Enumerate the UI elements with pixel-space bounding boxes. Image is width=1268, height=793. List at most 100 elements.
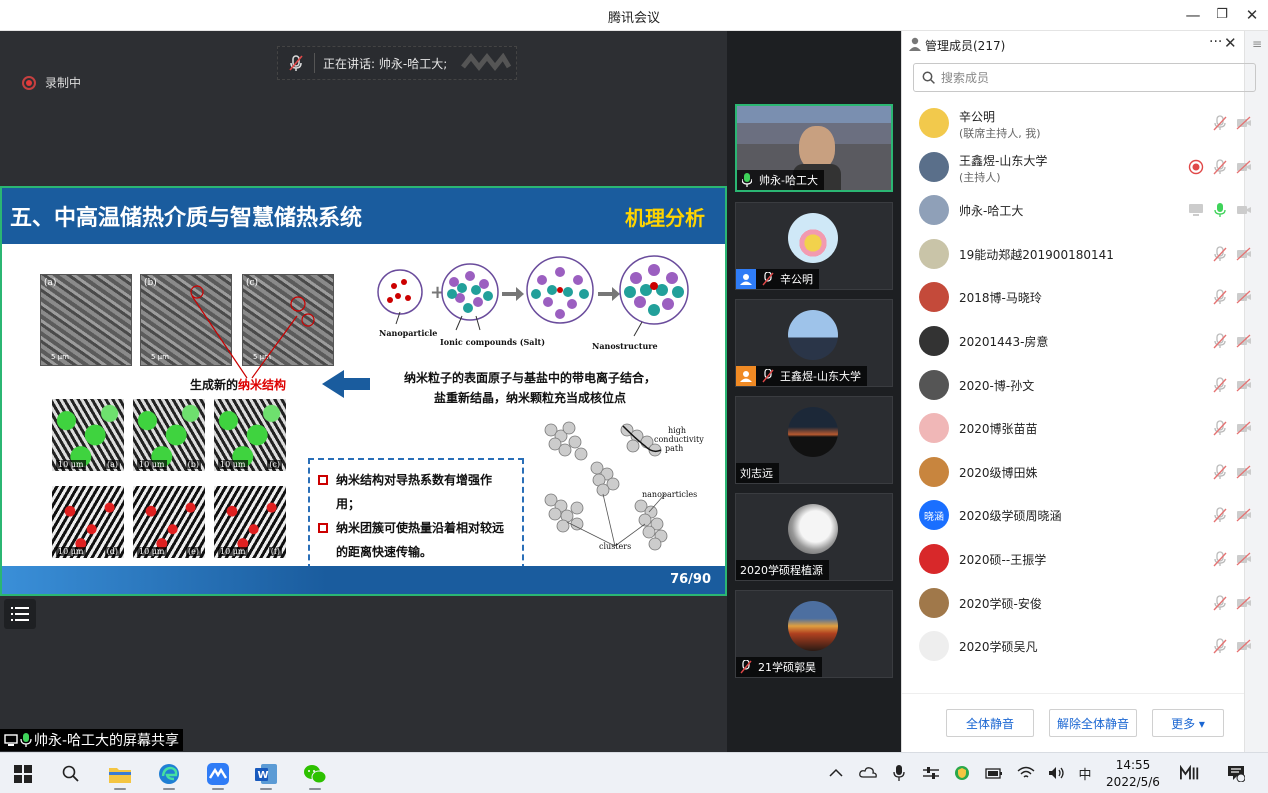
camera-off-icon[interactable]: [1236, 289, 1252, 305]
word-button[interactable]: W: [248, 757, 284, 791]
restore-button[interactable]: ❐: [1210, 4, 1234, 26]
more-options-button[interactable]: ···: [1209, 34, 1222, 50]
mute-all-button[interactable]: 全体静音: [946, 709, 1034, 737]
mic-muted-icon[interactable]: [1212, 246, 1228, 262]
volume-tray-icon[interactable]: [1047, 763, 1067, 783]
fluorescence-image-e: 10 μm (e): [133, 486, 205, 558]
member-name: 2020硕--王振学: [959, 553, 1047, 567]
tile-name: 帅永-哈工大: [759, 174, 818, 187]
video-strip[interactable]: 帅永-哈工大 辛公明 王鑫煜-山东大学 刘志远 2020学硕程植源 21学硕郭昊: [727, 31, 901, 752]
avatar: [919, 631, 949, 662]
mic-muted-icon[interactable]: [1212, 551, 1228, 567]
camera-off-icon[interactable]: [1236, 246, 1252, 262]
start-button[interactable]: [5, 757, 41, 791]
battery-tray-icon[interactable]: [984, 763, 1004, 783]
notification-button[interactable]: [1226, 763, 1246, 783]
mic-muted-icon[interactable]: [1212, 289, 1228, 305]
unmute-all-button[interactable]: 解除全体静音: [1049, 709, 1137, 737]
mic-muted-icon[interactable]: [1212, 376, 1228, 393]
security-tray-icon[interactable]: [952, 763, 972, 783]
member-row[interactable]: 2020硕--王振学: [902, 537, 1251, 581]
member-name: 2018博-马晓玲: [959, 291, 1042, 306]
avatar: [788, 601, 838, 651]
label-ionic-compounds: Ionic compounds (Salt): [440, 337, 545, 347]
menu-icon[interactable]: ≡: [1249, 37, 1265, 51]
mic-muted-icon[interactable]: [1212, 638, 1228, 654]
mic-muted-icon[interactable]: [1212, 594, 1228, 611]
recording-icon[interactable]: [1188, 159, 1204, 175]
mic-muted-icon[interactable]: [1212, 333, 1228, 349]
mic-tray-icon[interactable]: [889, 763, 909, 783]
video-tile[interactable]: 21学硕郭昊: [735, 590, 893, 678]
search-taskbar-button[interactable]: [53, 757, 89, 791]
camera-off-icon[interactable]: [1236, 115, 1252, 131]
minimize-button[interactable]: —: [1181, 4, 1205, 26]
screen-share-icon: [4, 734, 18, 746]
camera-off-icon[interactable]: [1236, 377, 1252, 393]
tencent-meeting-button[interactable]: [200, 757, 236, 791]
search-input[interactable]: [941, 70, 1241, 85]
panel-header: 管理成员(217) ··· ✕: [902, 31, 1268, 59]
member-row[interactable]: 帅永-哈工大: [902, 188, 1251, 232]
camera-off-icon[interactable]: [1236, 638, 1252, 654]
tile-name: 2020学硕程植源: [740, 564, 823, 577]
video-tile[interactable]: 辛公明: [735, 202, 893, 290]
label-path: path: [665, 444, 684, 453]
show-hidden-icons-button[interactable]: [826, 763, 846, 783]
taskbar-app-tray-icon[interactable]: [1180, 763, 1200, 783]
network-tray-icon[interactable]: [1016, 763, 1036, 783]
user-icon: [736, 366, 756, 386]
camera-off-icon[interactable]: [1236, 333, 1252, 349]
toolbar-list-button[interactable]: [4, 599, 36, 629]
input-method-button[interactable]: 中: [1075, 763, 1095, 783]
camera-off-icon[interactable]: [1236, 420, 1252, 436]
camera-off-icon[interactable]: [1236, 159, 1252, 175]
screen-share-icon[interactable]: [1188, 202, 1204, 218]
member-row[interactable]: 晓涵 2020级学硕周晓涵: [902, 493, 1251, 537]
file-explorer-button[interactable]: [102, 757, 138, 791]
video-tile[interactable]: 帅永-哈工大: [735, 104, 893, 192]
mic-active-icon[interactable]: [1212, 202, 1228, 218]
edge-browser-button[interactable]: [151, 757, 187, 791]
avatar: [919, 238, 949, 269]
member-row[interactable]: 20201443-房意: [902, 319, 1251, 363]
label-conductivity: conductivity: [654, 435, 704, 444]
video-tile[interactable]: 刘志远: [735, 396, 893, 484]
close-panel-button[interactable]: ✕: [1224, 34, 1237, 52]
member-row[interactable]: 2018博-马晓玲: [902, 275, 1251, 319]
app-logo-icon: [1180, 765, 1199, 780]
video-tile[interactable]: 2020学硕程植源: [735, 493, 893, 581]
member-row[interactable]: 2020-博-孙文: [902, 363, 1251, 407]
close-button[interactable]: ✕: [1240, 4, 1264, 26]
more-actions-button[interactable]: 更多 ▾: [1152, 709, 1224, 737]
mic-muted-icon[interactable]: [1212, 464, 1228, 480]
member-search[interactable]: [913, 63, 1256, 92]
member-row[interactable]: 19能动郑越201900180141: [902, 232, 1251, 276]
member-row[interactable]: 2020学硕吴凡: [902, 624, 1251, 668]
member-row[interactable]: 2020博张苗苗: [902, 406, 1251, 450]
mic-active-icon: [737, 170, 757, 190]
bullet-square-icon: [318, 475, 328, 485]
avatar: 晓涵: [919, 500, 949, 531]
camera-off-icon[interactable]: [1236, 551, 1252, 567]
camera-off-icon[interactable]: [1236, 595, 1252, 611]
mic-muted-icon[interactable]: [1212, 115, 1228, 131]
video-tile[interactable]: 王鑫煜-山东大学: [735, 299, 893, 387]
member-row[interactable]: 王鑫煜-山东大学 (主持人): [902, 145, 1251, 189]
sync-tray-icon[interactable]: [858, 763, 878, 783]
camera-off-icon[interactable]: [1236, 507, 1252, 523]
mic-muted-icon[interactable]: [1212, 507, 1228, 523]
camera-off-icon[interactable]: [1236, 464, 1252, 480]
camera-icon[interactable]: [1236, 202, 1252, 218]
member-name: 2020学硕-安俊: [959, 596, 1042, 611]
wechat-button[interactable]: [297, 757, 333, 791]
mic-muted-icon[interactable]: [1212, 158, 1228, 175]
member-row[interactable]: 2020级博田姝: [902, 450, 1251, 494]
system-clock[interactable]: 14:55 2022/5/6: [1104, 757, 1162, 791]
settings-tray-icon[interactable]: [921, 763, 941, 783]
member-row[interactable]: 辛公明 (联席主持人, 我): [902, 101, 1251, 145]
mic-muted-icon[interactable]: [1212, 420, 1228, 436]
avatar: [919, 544, 949, 574]
avatar: [919, 326, 949, 356]
member-row[interactable]: 2020学硕-安俊: [902, 581, 1251, 625]
